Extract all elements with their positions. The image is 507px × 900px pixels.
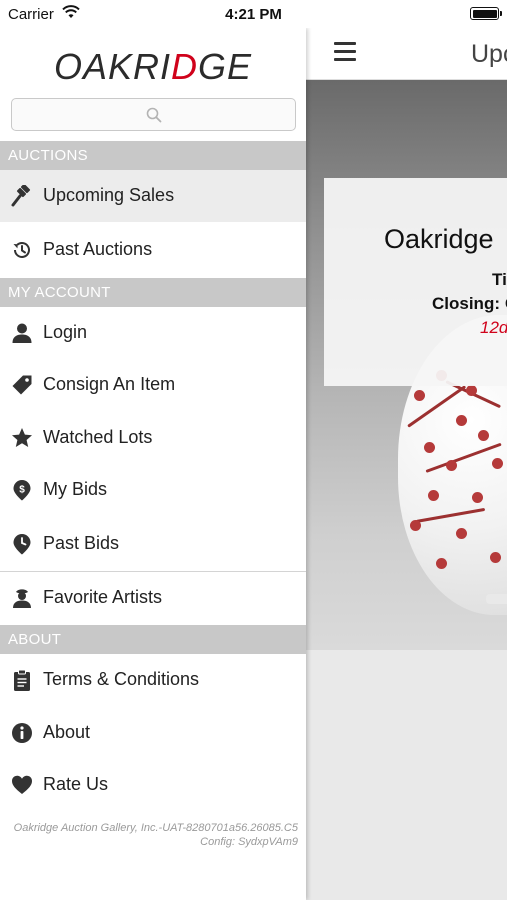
page-title: Upc <box>471 40 507 68</box>
heart-icon <box>11 774 33 796</box>
content-background <box>306 650 507 900</box>
menu-item-terms-and-conditions[interactable]: Terms & Conditions <box>0 654 306 706</box>
main-content: Upc Oakridge Ti Closing: C 12d <box>306 28 507 900</box>
user-icon <box>11 322 33 344</box>
menu-item-favorite-artists[interactable]: Favorite Artists <box>0 572 306 624</box>
countdown-text: 12d <box>480 318 507 337</box>
oakridge-logo: OAKRIDGE <box>53 46 253 87</box>
sale-name: Oakridge <box>384 224 494 254</box>
menu-item-login[interactable]: Login <box>0 307 306 359</box>
menu-item-label: Past Bids <box>43 533 120 553</box>
top-navigation-bar: Upc <box>306 28 507 80</box>
clock-pin-icon <box>11 533 33 555</box>
svg-text:$: $ <box>19 485 25 496</box>
search-input[interactable] <box>11 98 296 131</box>
menu-item-upcoming-sales[interactable]: Upcoming Sales <box>0 170 306 222</box>
menu-item-label: Consign An Item <box>43 374 176 394</box>
menu-item-about[interactable]: About <box>0 707 306 759</box>
menu-item-past-auctions[interactable]: Past Auctions <box>0 224 306 276</box>
sale-hero-image[interactable]: Oakridge Ti Closing: C 12d <box>306 80 507 650</box>
menu-item-label: Rate Us <box>43 774 109 794</box>
menu-item-label: Favorite Artists <box>43 587 163 607</box>
menu-item-label: Upcoming Sales <box>43 185 175 205</box>
menu-item-my-bids[interactable]: $ My Bids <box>0 464 306 516</box>
menu-item-label: Terms & Conditions <box>43 669 200 689</box>
sale-time-label: Ti <box>492 270 507 289</box>
sale-info-card[interactable]: Oakridge Ti Closing: C 12d <box>324 178 507 386</box>
clock-label: 4:21 PM <box>225 6 282 23</box>
dollar-pin-icon: $ <box>11 479 33 501</box>
history-icon <box>11 239 33 261</box>
tag-icon <box>11 374 33 396</box>
section-header-auctions: AUCTIONS <box>0 141 306 170</box>
menu-item-label: Past Auctions <box>43 239 153 259</box>
info-icon <box>11 722 33 744</box>
artist-icon <box>11 587 33 609</box>
gavel-icon <box>11 183 33 207</box>
status-bar: Carrier 4:21 PM <box>0 0 507 28</box>
hamburger-menu-icon[interactable] <box>334 42 356 62</box>
vase-base <box>486 594 507 604</box>
section-header-my-account: MY ACCOUNT <box>0 278 306 307</box>
menu-item-consign-an-item[interactable]: Consign An Item <box>0 359 306 411</box>
app-version-info: Oakridge Auction Gallery, Inc.-UAT-82807… <box>13 822 298 848</box>
closing-label: Closing: C <box>432 294 507 314</box>
menu-item-label: Login <box>43 322 88 342</box>
menu-item-label: Watched Lots <box>43 427 153 447</box>
menu-item-label: About <box>43 722 91 742</box>
menu-item-past-bids[interactable]: Past Bids <box>0 518 306 570</box>
search-icon <box>146 107 162 128</box>
menu-item-watched-lots[interactable]: Watched Lots <box>0 412 306 464</box>
side-drawer: OAKRIDGE AUCTIONS Upcoming Sales Past Au… <box>0 28 306 900</box>
menu-item-rate-us[interactable]: Rate Us <box>0 759 306 811</box>
battery-icon <box>470 7 502 20</box>
star-icon <box>11 427 33 449</box>
clipboard-icon <box>11 669 33 691</box>
section-header-about: ABOUT <box>0 625 306 654</box>
menu-item-label: My Bids <box>43 479 108 499</box>
